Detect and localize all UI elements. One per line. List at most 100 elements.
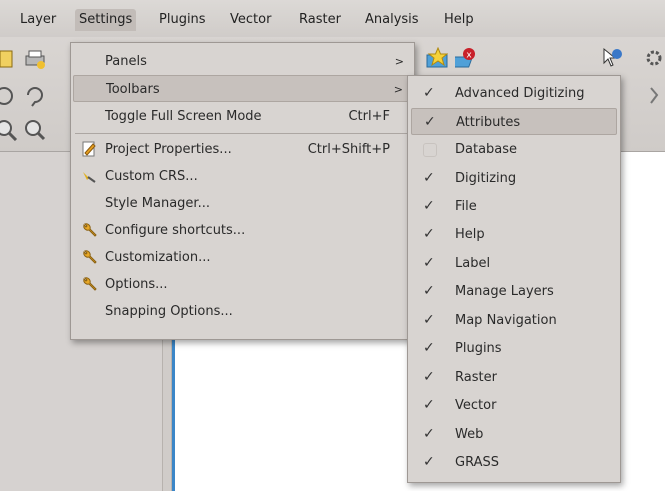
node-tool-icon[interactable] (643, 85, 665, 107)
menu-item-label: Customization... (105, 250, 211, 265)
zoom-in-icon[interactable] (0, 119, 22, 141)
toolbar-toggle-label: GRASS (455, 455, 499, 470)
menu-item-custom-crs[interactable]: Custom CRS... (73, 163, 412, 190)
toolbar-toggle-label: Help (455, 227, 485, 242)
check-icon: ✓ (424, 114, 436, 130)
toolbar-toggle-plugins[interactable]: ✓ Plugins (411, 335, 617, 362)
check-icon: ✓ (423, 170, 435, 186)
menu-help[interactable]: Help (440, 9, 478, 31)
check-icon: ✓ (423, 340, 435, 356)
menu-item-label: Panels (105, 54, 147, 69)
zoom-out-icon[interactable] (24, 119, 46, 141)
toolbars-submenu: ✓ Advanced Digitizing ✓ Attributes Databas… (407, 75, 621, 483)
menu-item-label: Project Properties... (105, 142, 232, 157)
toolbar-toggle-label: Database (455, 142, 518, 157)
menu-item-label: Configure shortcuts... (105, 223, 246, 238)
menu-item-style-manager[interactable]: Style Manager... (73, 190, 412, 217)
toolbar-toggle-label: File (455, 199, 477, 214)
shortcut-label: Ctrl+F (348, 109, 390, 124)
custom-crs-icon (83, 172, 96, 183)
print-composer-icon[interactable] (24, 48, 46, 70)
toolbar-toggle-help[interactable]: ✓ Help (411, 221, 617, 248)
submenu-arrow-icon: > (394, 55, 404, 68)
toolbar-toggle-advanced-digitizing[interactable]: ✓ Advanced Digitizing (411, 80, 617, 107)
toolbar-toggle-label: Vector (455, 398, 497, 413)
menu-item-panels[interactable]: Panels > (73, 48, 412, 75)
toolbar-toggle-label: Web (455, 427, 484, 442)
menu-analysis[interactable]: Analysis (361, 9, 423, 31)
wrench-icon (83, 250, 97, 264)
menu-item-label: Custom CRS... (105, 169, 198, 184)
toolbar-toggle-database[interactable]: Database (411, 136, 617, 163)
toolbar-toggle-manage-layers[interactable]: ✓ Manage Layers (411, 278, 617, 305)
menu-raster[interactable]: Raster (295, 9, 345, 31)
menu-vector[interactable]: Vector (226, 9, 275, 31)
submenu-arrow-icon: > (393, 83, 403, 96)
toolbar-toggle-raster[interactable]: ✓ Raster (411, 364, 617, 391)
svg-text:x: x (466, 51, 472, 61)
menu-settings[interactable]: Settings (75, 9, 137, 31)
check-icon: ✓ (423, 426, 435, 442)
gear-icon[interactable] (643, 47, 665, 69)
menu-separator (75, 133, 410, 134)
menu-plugins-label: Plugins (159, 12, 206, 27)
menu-settings-label: Settings (79, 12, 133, 27)
toolbar-toggle-label-toolbar[interactable]: ✓ Label (411, 250, 617, 277)
menu-vector-label: Vector (230, 12, 272, 27)
menu-item-options[interactable]: Options... (73, 271, 412, 298)
menu-item-project-properties[interactable]: Project Properties... Ctrl+Shift+P (73, 136, 412, 163)
toolbar-toggle-attributes[interactable]: ✓ Attributes (411, 108, 617, 135)
menu-item-label: Toolbars (106, 82, 160, 97)
menu-item-toolbars[interactable]: Toolbars > (73, 75, 412, 102)
menu-item-customization[interactable]: Customization... (73, 244, 412, 271)
check-icon: ✓ (423, 454, 435, 470)
menubar: Layer Settings Plugins Vector Raster Ana… (0, 0, 665, 37)
toolbar-toggle-web[interactable]: ✓ Web (411, 421, 617, 448)
check-icon: ✓ (423, 85, 435, 101)
toolbar-toggle-vector[interactable]: ✓ Vector (411, 392, 617, 419)
menu-item-label: Style Manager... (105, 196, 210, 211)
wrench-icon (83, 223, 97, 237)
menu-layer-label: Layer (20, 12, 57, 27)
toolbar-toggle-label: Advanced Digitizing (455, 86, 585, 101)
toolbar-toggle-digitizing[interactable]: ✓ Digitizing (411, 165, 617, 192)
toolbar-toggle-label: Plugins (455, 341, 502, 356)
menu-item-snapping-options[interactable]: Snapping Options... (73, 298, 412, 325)
menu-plugins[interactable]: Plugins (155, 9, 210, 31)
menu-item-label: Toggle Full Screen Mode (105, 109, 262, 124)
wrench-icon (83, 277, 97, 291)
toolbar-toggle-label: Digitizing (455, 171, 517, 186)
lasso-select-icon[interactable] (24, 85, 46, 107)
remove-layer-icon[interactable]: x (455, 47, 477, 69)
settings-menu: Panels > Toolbars > Toggle Full Screen M… (70, 42, 415, 340)
menu-help-label: Help (444, 12, 474, 27)
toolbar-toggle-file[interactable]: ✓ File (411, 193, 617, 220)
check-icon: ✓ (423, 198, 435, 214)
menu-item-label: Options... (105, 277, 168, 292)
pan-back-icon[interactable] (0, 85, 22, 107)
check-icon: ✓ (423, 369, 435, 385)
toolbar-toggle-grass[interactable]: ✓ GRASS (411, 449, 617, 476)
menu-item-configure-shortcuts[interactable]: Configure shortcuts... (73, 217, 412, 244)
toolbar-toggle-label: Manage Layers (455, 284, 554, 299)
unchecked-box-icon (423, 143, 437, 157)
menu-item-toggle-full-screen[interactable]: Toggle Full Screen Mode Ctrl+F (73, 103, 412, 130)
menu-analysis-label: Analysis (365, 12, 419, 27)
project-properties-icon (82, 141, 96, 157)
check-icon: ✓ (423, 397, 435, 413)
toolbar-toggle-map-navigation[interactable]: ✓ Map Navigation (411, 307, 617, 334)
check-icon: ✓ (423, 226, 435, 242)
menu-layer[interactable]: Layer (16, 9, 60, 31)
check-icon: ✓ (423, 255, 435, 271)
new-project-icon[interactable] (0, 48, 22, 70)
check-icon: ✓ (423, 283, 435, 299)
check-icon: ✓ (423, 312, 435, 328)
toolbar-toggle-label: Raster (455, 370, 497, 385)
menu-item-label: Snapping Options... (105, 304, 233, 319)
toolbar-toggle-label: Map Navigation (455, 313, 557, 328)
star-map-icon[interactable] (426, 47, 448, 69)
identify-icon[interactable] (601, 47, 623, 69)
shortcut-label: Ctrl+Shift+P (307, 142, 390, 157)
toolbar-toggle-label: Attributes (456, 115, 521, 130)
menu-raster-label: Raster (299, 12, 341, 27)
